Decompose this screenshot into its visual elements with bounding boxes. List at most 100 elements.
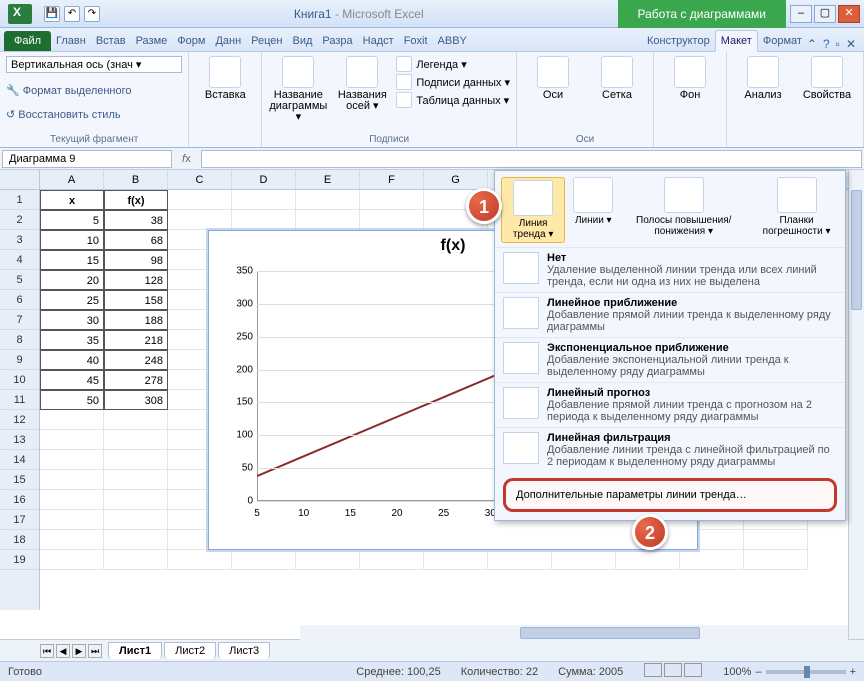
tab-foxit[interactable]: Foxit — [399, 31, 433, 51]
cell[interactable]: x — [40, 190, 104, 210]
tab-chart-design[interactable]: Конструктор — [642, 31, 715, 51]
window-restore-icon[interactable]: ▫ — [836, 37, 840, 51]
row-header[interactable]: 14 — [0, 450, 39, 470]
file-tab[interactable]: Файл — [4, 31, 51, 51]
cell[interactable] — [360, 190, 424, 210]
row-header[interactable]: 4 — [0, 250, 39, 270]
column-header[interactable]: B — [104, 170, 168, 189]
cell[interactable]: 35 — [40, 330, 104, 350]
row-header[interactable]: 1 — [0, 190, 39, 210]
column-header[interactable]: E — [296, 170, 360, 189]
cell[interactable]: 248 — [104, 350, 168, 370]
sheet-tab-3[interactable]: Лист3 — [218, 642, 270, 659]
cell[interactable] — [40, 430, 104, 450]
row-header[interactable]: 18 — [0, 530, 39, 550]
tab-formulas[interactable]: Форм — [172, 31, 210, 51]
window-close-doc-icon[interactable]: ✕ — [846, 37, 856, 51]
cell[interactable] — [40, 550, 104, 570]
cell[interactable] — [296, 190, 360, 210]
column-header[interactable]: G — [424, 170, 488, 189]
row-header[interactable]: 5 — [0, 270, 39, 290]
cell[interactable]: 50 — [40, 390, 104, 410]
gridlines-button[interactable]: Сетка — [587, 56, 647, 101]
row-header[interactable]: 15 — [0, 470, 39, 490]
updown-bars-button[interactable]: Полосы повышения/понижения ▾ — [621, 177, 746, 243]
axis-titles-button[interactable]: Названия осей ▾ — [332, 56, 392, 112]
formula-input[interactable] — [201, 150, 862, 168]
chart-title-button[interactable]: Название диаграммы ▾ — [268, 56, 328, 123]
tab-review[interactable]: Рецен — [246, 31, 287, 51]
undo-icon[interactable]: ↶ — [64, 6, 80, 22]
trendline-option[interactable]: Линейный прогнозДобавление прямой линии … — [495, 382, 845, 427]
fx-icon[interactable]: fx — [174, 153, 199, 165]
cell[interactable]: 98 — [104, 250, 168, 270]
cell[interactable] — [296, 550, 360, 570]
chart-element-combo[interactable]: Вертикальная ось (знач ▾ — [6, 56, 182, 73]
trendline-option[interactable]: Экспоненциальное приближениеДобавление э… — [495, 337, 845, 382]
row-header[interactable]: 17 — [0, 510, 39, 530]
minimize-ribbon-icon[interactable]: ⌃ — [807, 37, 817, 51]
cell[interactable] — [40, 490, 104, 510]
tab-abby[interactable]: ABBY — [433, 31, 472, 51]
tab-view[interactable]: Вид — [288, 31, 318, 51]
row-header[interactable]: 3 — [0, 230, 39, 250]
cell[interactable] — [296, 210, 360, 230]
save-icon[interactable]: 💾 — [44, 6, 60, 22]
trendline-option[interactable]: Линейное приближениеДобавление прямой ли… — [495, 292, 845, 337]
cell[interactable] — [40, 470, 104, 490]
row-header[interactable]: 10 — [0, 370, 39, 390]
plot-area-button[interactable]: Фон — [660, 56, 720, 101]
cell[interactable] — [552, 550, 616, 570]
select-all-corner[interactable] — [0, 170, 39, 190]
tab-insert[interactable]: Встав — [91, 31, 131, 51]
column-header[interactable]: D — [232, 170, 296, 189]
column-header[interactable]: F — [360, 170, 424, 189]
row-header[interactable]: 19 — [0, 550, 39, 570]
cell[interactable] — [488, 550, 552, 570]
redo-icon[interactable]: ↷ — [84, 6, 100, 22]
view-buttons[interactable] — [643, 663, 703, 680]
cell[interactable]: 15 — [40, 250, 104, 270]
cell[interactable] — [40, 450, 104, 470]
reset-style-button[interactable]: ↺ Восстановить стиль — [6, 107, 182, 122]
tab-home[interactable]: Главн — [51, 31, 91, 51]
column-header[interactable]: A — [40, 170, 104, 189]
cell[interactable] — [104, 470, 168, 490]
cell[interactable]: 128 — [104, 270, 168, 290]
format-selection-button[interactable]: 🔧 Формат выделенного — [6, 83, 182, 98]
data-table-button[interactable]: Таблица данных ▾ — [396, 92, 509, 108]
cell[interactable]: f(x) — [104, 190, 168, 210]
cell[interactable] — [616, 550, 680, 570]
cell[interactable]: 68 — [104, 230, 168, 250]
zoom-slider[interactable]: 100% –+ — [723, 666, 856, 678]
cell[interactable]: 218 — [104, 330, 168, 350]
help-icon[interactable]: ? — [823, 37, 830, 51]
row-header[interactable]: 12 — [0, 410, 39, 430]
trendline-button[interactable]: Линия тренда ▾ — [501, 177, 565, 243]
tab-chart-format[interactable]: Формат — [758, 31, 807, 51]
data-labels-button[interactable]: Подписи данных ▾ — [396, 74, 510, 90]
cell[interactable] — [168, 550, 232, 570]
cell[interactable] — [104, 430, 168, 450]
trendline-option[interactable]: НетУдаление выделенной линии тренда или … — [495, 247, 845, 292]
cell[interactable] — [104, 510, 168, 530]
trendline-option[interactable]: Линейная фильтрацияДобавление линии трен… — [495, 427, 845, 472]
cell[interactable]: 10 — [40, 230, 104, 250]
cell[interactable]: 188 — [104, 310, 168, 330]
sheet-tab-1[interactable]: Лист1 — [108, 642, 162, 659]
row-header[interactable]: 9 — [0, 350, 39, 370]
horizontal-scrollbar[interactable] — [300, 625, 848, 641]
more-trendline-options[interactable]: Дополнительные параметры линии тренда… — [503, 478, 837, 512]
cell[interactable]: 5 — [40, 210, 104, 230]
row-header[interactable]: 16 — [0, 490, 39, 510]
cell[interactable]: 158 — [104, 290, 168, 310]
cell[interactable]: 25 — [40, 290, 104, 310]
cell[interactable] — [104, 550, 168, 570]
maximize-button[interactable]: ▢ — [814, 5, 836, 23]
cell[interactable] — [168, 210, 232, 230]
minimize-button[interactable]: – — [790, 5, 812, 23]
cell[interactable] — [104, 450, 168, 470]
tab-data[interactable]: Данн — [210, 31, 246, 51]
tab-addins[interactable]: Надст — [358, 31, 399, 51]
lines-button[interactable]: Линии ▾ — [573, 177, 613, 243]
